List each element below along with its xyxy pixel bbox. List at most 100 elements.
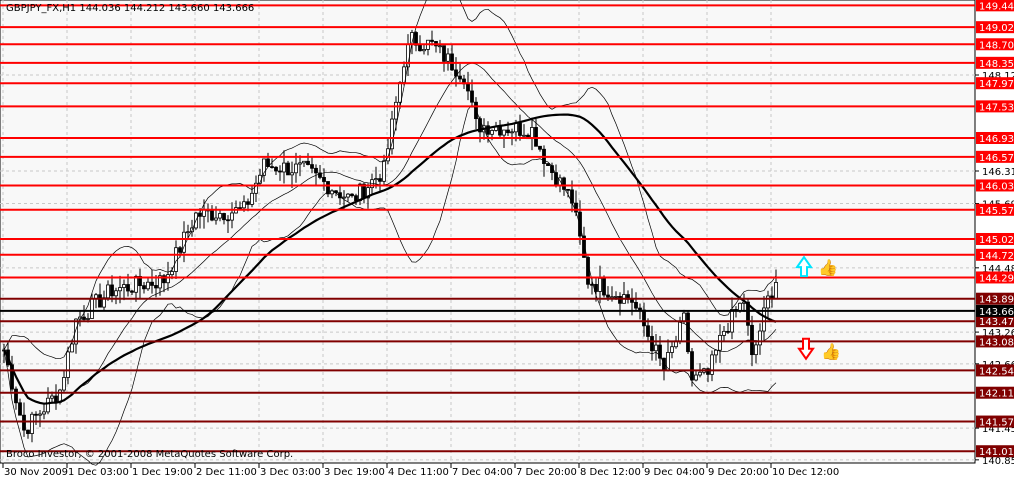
candle-bull bbox=[510, 131, 514, 134]
candle-bear bbox=[278, 170, 282, 173]
current-price-label: 143.666 bbox=[979, 307, 1014, 318]
candle-bear bbox=[662, 357, 666, 371]
candle-bull bbox=[62, 377, 66, 391]
x-tick-label: 3 Dec 19:00 bbox=[324, 467, 385, 478]
candle-bull bbox=[714, 349, 718, 356]
x-tick-label: 1 Dec 19:00 bbox=[132, 467, 193, 478]
support-level-label: 143.089 bbox=[979, 337, 1014, 348]
candle-bull bbox=[502, 129, 506, 136]
candle-bear bbox=[642, 309, 646, 327]
candle-bear bbox=[18, 402, 22, 416]
candle-bull bbox=[290, 172, 294, 176]
candle-bear bbox=[506, 129, 510, 134]
candle-bull bbox=[698, 371, 702, 376]
candle-bear bbox=[354, 195, 358, 202]
candle-bear bbox=[442, 45, 446, 62]
resistance-level-label: 145.577 bbox=[979, 206, 1014, 217]
candle-bear bbox=[586, 257, 590, 285]
candle-bear bbox=[82, 316, 86, 320]
resistance-level-label: 146.037 bbox=[979, 181, 1014, 192]
candle-bull bbox=[438, 45, 442, 48]
candle-bear bbox=[350, 193, 354, 197]
candle-bull bbox=[106, 284, 110, 299]
candle-bear bbox=[606, 294, 610, 298]
resistance-level-label: 149.029 bbox=[979, 23, 1014, 34]
support-level-label: 141.574 bbox=[979, 418, 1014, 429]
candle-bull bbox=[122, 284, 126, 288]
candle-bear bbox=[150, 281, 154, 286]
candle-bear bbox=[154, 285, 158, 289]
candle-bear bbox=[14, 388, 18, 404]
candle-bull bbox=[514, 122, 518, 133]
candle-bull bbox=[774, 282, 778, 299]
candle-bear bbox=[26, 429, 30, 434]
candle-bull bbox=[598, 278, 602, 292]
candle-bear bbox=[98, 294, 102, 308]
candle-bear bbox=[418, 44, 422, 52]
candle-bull bbox=[722, 330, 726, 336]
candle-bull bbox=[302, 160, 306, 164]
x-tick-label: 7 Dec 20:00 bbox=[516, 467, 577, 478]
candle-bull bbox=[490, 130, 494, 135]
support-level-label: 141.013 bbox=[979, 447, 1014, 458]
candle-bear bbox=[378, 178, 382, 182]
y-tick-label: 146.310 bbox=[982, 167, 1014, 178]
candle-bull bbox=[694, 374, 698, 381]
copyright-text: Broco Investor, © 2001-2008 MetaQuotes S… bbox=[6, 449, 294, 460]
candle-bull bbox=[654, 344, 658, 352]
chart-title: GBPJPY_FX,H1 144.036 144.212 143.660 143… bbox=[6, 3, 255, 14]
candle-bull bbox=[614, 296, 618, 298]
x-tick-label: 2 Dec 11:00 bbox=[196, 467, 257, 478]
candle-bear bbox=[474, 101, 478, 120]
candle-bull bbox=[718, 334, 722, 351]
resistance-level-label: 147.532 bbox=[979, 102, 1014, 113]
x-tick-label: 8 Dec 12:00 bbox=[580, 467, 641, 478]
candle-bear bbox=[314, 167, 318, 174]
candle-bear bbox=[690, 351, 694, 381]
thumbs-up-icon: 👍 bbox=[818, 258, 838, 277]
candle-bear bbox=[578, 211, 582, 237]
candle-bull bbox=[398, 82, 402, 103]
candle-bull bbox=[250, 192, 254, 205]
candle-bull bbox=[758, 330, 762, 346]
x-tick-label: 9 Dec 20:00 bbox=[708, 467, 769, 478]
candle-bull bbox=[86, 318, 90, 320]
resistance-level-label: 144.726 bbox=[979, 251, 1014, 262]
candle-bull bbox=[50, 395, 54, 399]
candle-bull bbox=[214, 217, 218, 221]
candle-bull bbox=[134, 276, 138, 293]
candle-bear bbox=[630, 298, 634, 303]
candle-bull bbox=[358, 183, 362, 202]
candle-bull bbox=[118, 287, 122, 292]
candle-bull bbox=[678, 321, 682, 342]
candle-bear bbox=[646, 325, 650, 337]
x-tick-label: 4 Dec 11:00 bbox=[388, 467, 449, 478]
resistance-level-label: 148.355 bbox=[979, 59, 1014, 70]
resistance-level-label: 145.025 bbox=[979, 235, 1014, 246]
candle-bull bbox=[90, 298, 94, 319]
resistance-level-label: 147.970 bbox=[979, 79, 1014, 90]
candle-bull bbox=[282, 162, 286, 173]
candle-bear bbox=[618, 296, 622, 304]
candle-bull bbox=[166, 274, 170, 284]
candle-bear bbox=[270, 166, 274, 168]
candle-bull bbox=[374, 178, 378, 181]
candle-bear bbox=[306, 160, 310, 165]
candle-bear bbox=[246, 201, 250, 205]
candle-bear bbox=[538, 145, 542, 150]
price-chart[interactable]: 30 Nov 2009 1 Dec 03:00 1 Dec 19:00 2 Dec 1… bbox=[0, 0, 1014, 479]
candle-bull bbox=[298, 162, 302, 165]
candle-bull bbox=[522, 134, 526, 137]
candle-bull bbox=[294, 163, 298, 174]
candle-bull bbox=[342, 196, 346, 199]
candle-bear bbox=[142, 285, 146, 290]
x-tick-label: 7 Dec 04:00 bbox=[452, 467, 513, 478]
candle-bear bbox=[238, 207, 242, 210]
candle-bull bbox=[530, 127, 534, 140]
candle-bear bbox=[498, 126, 502, 136]
candle-bull bbox=[754, 344, 758, 356]
candle-bear bbox=[130, 290, 134, 293]
resistance-level-label: 146.934 bbox=[979, 134, 1014, 145]
chart-window[interactable]: 30 Nov 2009 1 Dec 03:00 1 Dec 19:00 2 Dec 1… bbox=[0, 0, 1014, 479]
support-level-label: 142.119 bbox=[979, 389, 1014, 400]
